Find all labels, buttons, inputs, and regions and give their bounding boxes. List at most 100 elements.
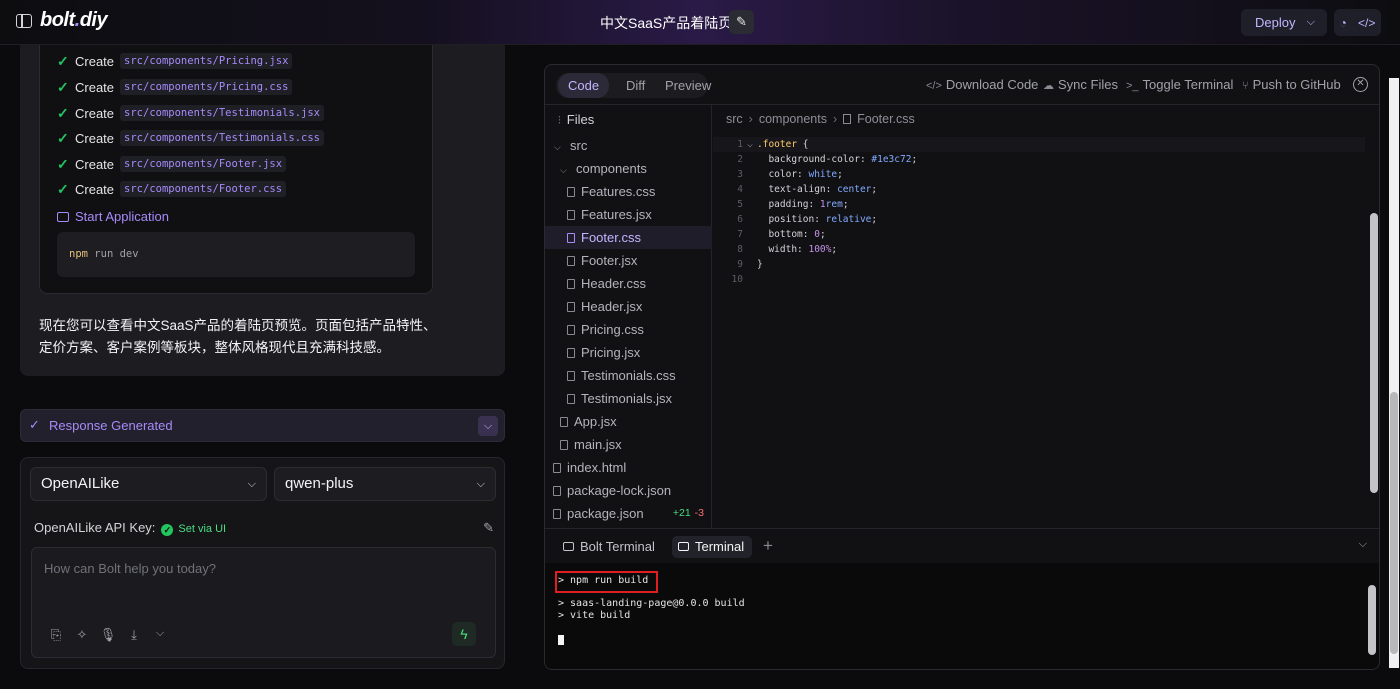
files-header: ⫶ Files (558, 112, 595, 127)
tab-preview[interactable]: Preview (655, 73, 721, 98)
microphone-icon[interactable]: 🎙︎ (99, 627, 117, 643)
file-icon (553, 509, 561, 519)
assistant-message-text: 现在您可以查看中文SaaS产品的着陆页预览。页面包括产品特性、 定价方案、客户案… (39, 318, 437, 355)
edit-title-button[interactable]: ✎ (729, 10, 754, 34)
chevron-down-icon: ⌵ (476, 478, 485, 490)
attach-icon[interactable]: ⎘ (47, 627, 65, 643)
file-icon (567, 210, 575, 220)
collapse-terminal-icon[interactable]: ⌵ (1359, 538, 1367, 551)
terminal-line: > vite build (558, 610, 631, 621)
code-line: 4 text-align: center; (737, 184, 878, 195)
terminal-tabs: Bolt Terminal Terminal + ⌵ (545, 528, 1379, 563)
sidebar-toggle-icon[interactable] (16, 14, 32, 28)
file-path-link[interactable]: src/components/Pricing.css (120, 79, 293, 95)
breadcrumb: src › components › Footer.css (726, 112, 915, 126)
tree-file[interactable]: package.json +21 -3 (545, 502, 712, 525)
provider-select[interactable]: OpenAILike ⌵ (30, 467, 267, 501)
edit-api-key-icon[interactable]: ✎ (483, 520, 494, 536)
tab-terminal[interactable]: Terminal (672, 536, 753, 558)
file-path-link[interactable]: src/components/Footer.css (120, 181, 287, 197)
model-select[interactable]: qwen-plus ⌵ (274, 467, 496, 501)
tree-file[interactable]: Header.css (545, 272, 712, 295)
tree-file[interactable]: package-lock.json (545, 479, 712, 502)
chevron-down-icon: ⌵ (560, 165, 567, 175)
chevron-down-icon[interactable]: ⌵ (151, 627, 169, 640)
push-to-github-button[interactable]: ⑂ Push to GitHub (1242, 77, 1341, 92)
file-icon (567, 348, 575, 358)
breadcrumb-item[interactable]: Footer.css (857, 112, 915, 126)
action-item: ✓ Create src/components/Testimonials.jsx (57, 104, 324, 122)
check-icon: ✓ (29, 417, 40, 432)
api-key-row: OpenAILike API Key: ✓ Set via UI ✎ (34, 520, 494, 536)
tree-file[interactable]: Features.css (545, 180, 712, 203)
response-generated-bar[interactable]: ✓ Response Generated ⌵ (20, 409, 505, 442)
assistant-message-card: ✓ Create src/components/Pricing.jsx ✓ Creat… (20, 45, 505, 376)
code-view-icon[interactable]: </> (1358, 16, 1375, 30)
start-application-action: Start Application (57, 209, 169, 224)
sync-files-button[interactable]: ☁ Sync Files (1043, 77, 1118, 92)
bolt-logo[interactable]: bolt.diy (40, 9, 108, 32)
file-icon (560, 417, 568, 427)
download-code-button[interactable]: </> Download Code (926, 77, 1038, 92)
file-icon (553, 463, 561, 473)
action-item: ✓ Create src/components/Footer.css (57, 180, 287, 198)
window-scrollbar-thumb[interactable] (1390, 392, 1398, 654)
expand-chevron-icon[interactable]: ⌵ (478, 416, 498, 436)
file-icon (553, 486, 561, 496)
check-icon: ✓ (57, 129, 69, 146)
tree-file[interactable]: Footer.jsx (545, 249, 712, 272)
breadcrumb-item[interactable]: src (726, 112, 743, 126)
tree-file[interactable]: main.jsx (545, 433, 712, 456)
code-line: 7 bottom: 0; (737, 229, 826, 240)
send-button[interactable]: ϟ (452, 622, 476, 646)
terminal-prompt-icon: >_ (1126, 80, 1139, 92)
check-icon: ✓ (57, 52, 69, 69)
tree-folder-components[interactable]: ⌵ components (545, 157, 712, 180)
window-scrollbar[interactable] (1389, 78, 1399, 668)
add-terminal-icon[interactable]: + (763, 536, 773, 556)
terminal-icon (563, 542, 574, 551)
check-icon: ✓ (57, 155, 69, 172)
chat-input-panel: OpenAILike ⌵ qwen-plus ⌵ OpenAILike API Ke… (20, 457, 505, 669)
file-path-link[interactable]: src/components/Footer.jsx (120, 156, 287, 172)
tab-code[interactable]: Code (558, 73, 610, 98)
tree-file[interactable]: App.jsx (545, 410, 712, 433)
cloud-icon: ☁ (1043, 80, 1054, 92)
file-path-link[interactable]: src/components/Testimonials.jsx (120, 105, 324, 121)
breadcrumb-item[interactable]: components (759, 112, 827, 126)
file-path-link[interactable]: src/components/Testimonials.css (120, 130, 324, 146)
chevron-right-icon: › (832, 112, 838, 126)
file-path-link[interactable]: src/components/Pricing.jsx (120, 53, 293, 69)
import-icon[interactable]: ⤓ (125, 627, 143, 643)
tree-file[interactable]: Testimonials.css (545, 364, 712, 387)
tree-file-selected[interactable]: Footer.css (545, 226, 712, 249)
pencil-icon: ✎ (736, 14, 747, 29)
workbench-toolbar: Code Diff Preview </> Download Code ☁ Sync… (545, 65, 1379, 105)
close-workbench-icon[interactable]: ✕ (1353, 77, 1368, 92)
prompt-input[interactable] (32, 548, 495, 618)
tree-file[interactable]: index.html (545, 456, 712, 479)
tree-file[interactable]: Features.jsx (545, 203, 712, 226)
deploy-button[interactable]: Deploy ⌵ (1241, 9, 1327, 36)
tree-file[interactable]: Header.jsx (545, 295, 712, 318)
editor-scrollbar[interactable] (1370, 213, 1378, 493)
tab-bolt-terminal[interactable]: Bolt Terminal (557, 536, 663, 558)
terminal-output[interactable]: > npm run build > saas-landing-page@0.0.… (545, 563, 1379, 669)
code-line: 3 color: white; (737, 169, 843, 180)
fold-chevron-icon[interactable]: ⌵ (743, 137, 757, 152)
tree-icon: ⫶ (558, 115, 561, 127)
file-icon (843, 114, 852, 124)
tab-diff[interactable]: Diff (616, 73, 655, 98)
tree-file[interactable]: Pricing.jsx (545, 341, 712, 364)
tree-file[interactable]: Testimonials.jsx (545, 387, 712, 410)
tree-folder-src[interactable]: ⌵ src (545, 134, 712, 157)
terminal-scrollbar[interactable] (1368, 585, 1376, 655)
tree-file[interactable]: Pricing.css (545, 318, 712, 341)
code-area[interactable]: 1 ⌵ .footer { 2 background-color: #1e3c72;… (713, 137, 1365, 527)
chat-view-icon[interactable]: ◔ (1340, 16, 1347, 30)
enhance-prompt-icon[interactable]: ✧ (73, 627, 91, 643)
top-header: bolt.diy 中文SaaS产品着陆页 ✎ Deploy ⌵ ◔ </> (0, 0, 1400, 45)
toggle-terminal-button[interactable]: >_ Toggle Terminal (1126, 77, 1233, 92)
chevron-down-icon: ⌵ (554, 142, 561, 152)
file-tree: ⫶ Files ⌵ src ⌵ components Features.css Fea… (545, 105, 712, 528)
